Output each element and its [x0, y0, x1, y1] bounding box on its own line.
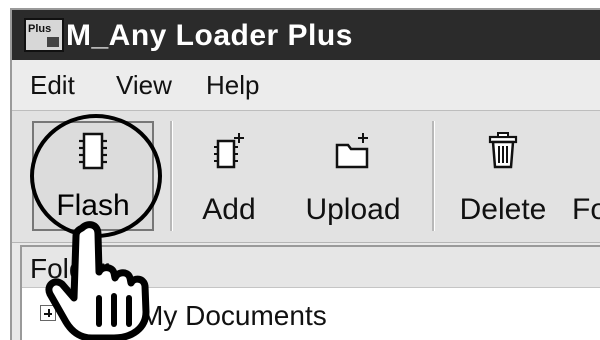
- chip-glyph: [47, 37, 59, 47]
- add-button[interactable]: Add: [184, 125, 274, 226]
- hand-pointer-icon: [45, 221, 150, 340]
- tree-item-label: My Documents: [140, 300, 327, 331]
- format-button[interactable]: Fo: [568, 125, 600, 226]
- delete-label: Delete: [459, 193, 547, 226]
- app-icon: Plus: [24, 18, 64, 52]
- app-icon-label: Plus: [28, 23, 52, 35]
- format-label: Fo: [572, 193, 600, 226]
- add-label: Add: [202, 193, 256, 226]
- trash-icon: [488, 132, 518, 169]
- toolbar-separator: [432, 121, 435, 231]
- window-title: M_Any Loader Plus: [66, 19, 353, 52]
- menu-bar: Edit View Help: [12, 60, 600, 111]
- upload-button[interactable]: Upload: [288, 125, 418, 226]
- toolbar-separator: [170, 121, 173, 231]
- menu-help[interactable]: Help: [206, 70, 259, 101]
- upload-label: Upload: [305, 193, 401, 226]
- upload-icon: [335, 133, 369, 169]
- add-icon: [214, 133, 244, 169]
- menu-view[interactable]: View: [116, 70, 172, 101]
- menu-edit[interactable]: Edit: [30, 70, 75, 101]
- title-bar: Plus M_Any Loader Plus: [12, 10, 600, 60]
- delete-button[interactable]: Delete: [444, 125, 562, 226]
